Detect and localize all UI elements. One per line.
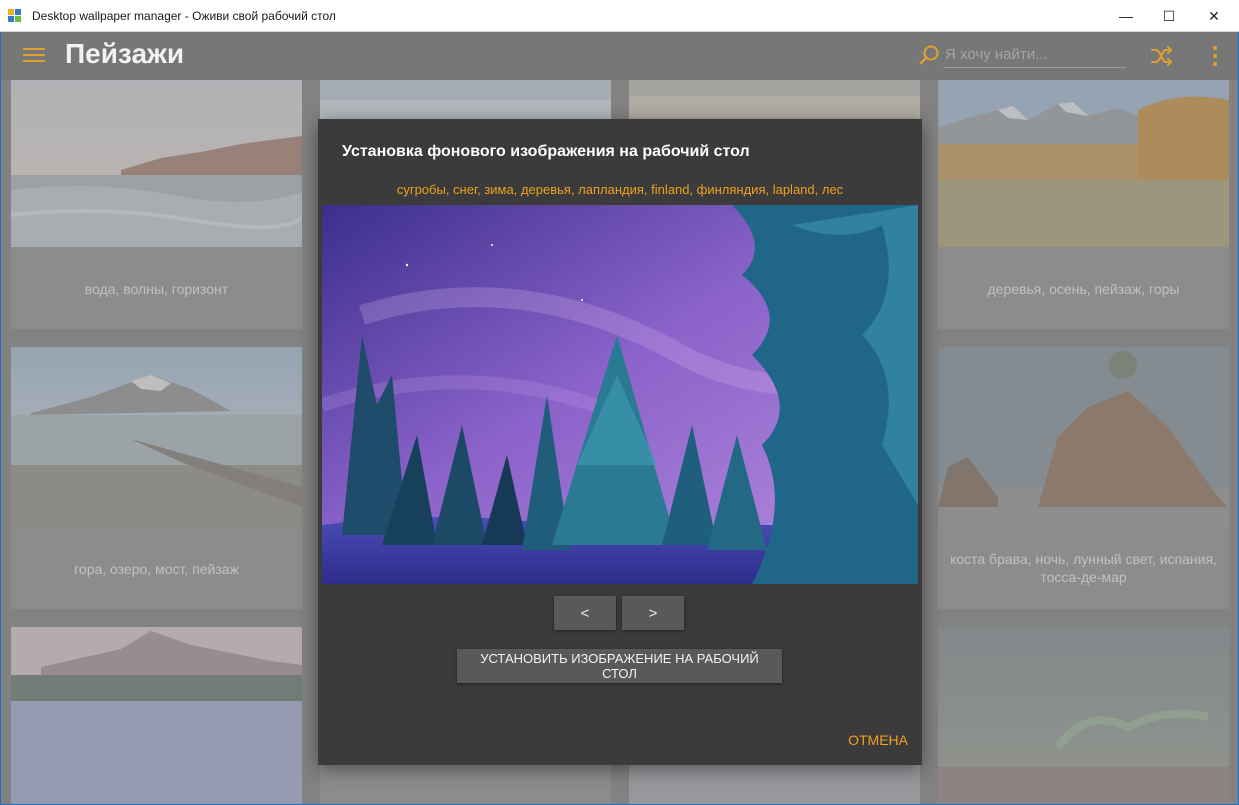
- previous-image-button[interactable]: <: [554, 596, 616, 630]
- window-title: Desktop wallpaper manager - Оживи свой р…: [32, 9, 336, 23]
- image-tags: сугробы, снег, зима, деревья, лапландия,…: [396, 182, 844, 197]
- maximize-button[interactable]: ☐: [1146, 0, 1192, 32]
- close-button[interactable]: ✕: [1191, 0, 1237, 32]
- cancel-button[interactable]: ОТМЕНА: [848, 732, 908, 748]
- search-icon[interactable]: [918, 44, 940, 66]
- minimize-button[interactable]: —: [1103, 0, 1149, 32]
- more-options-icon[interactable]: [1208, 44, 1222, 68]
- wallpaper-preview-image: [322, 205, 918, 584]
- set-wallpaper-dialog: Установка фонового изображения на рабочи…: [318, 119, 922, 765]
- next-image-button[interactable]: >: [622, 596, 684, 630]
- app-header: Пейзажи: [1, 32, 1238, 80]
- window-titlebar: Desktop wallpaper manager - Оживи свой р…: [0, 0, 1239, 32]
- page-title: Пейзажи: [65, 38, 185, 69]
- search-input[interactable]: [943, 42, 1126, 68]
- dialog-title: Установка фонового изображения на рабочи…: [342, 143, 750, 160]
- shuffle-icon[interactable]: [1150, 44, 1174, 68]
- set-wallpaper-button[interactable]: УСТАНОВИТЬ ИЗОБРАЖЕНИЕ НА РАБОЧИЙ СТОЛ: [457, 649, 782, 683]
- app-icon: [8, 9, 22, 23]
- hamburger-menu-icon[interactable]: [23, 46, 45, 64]
